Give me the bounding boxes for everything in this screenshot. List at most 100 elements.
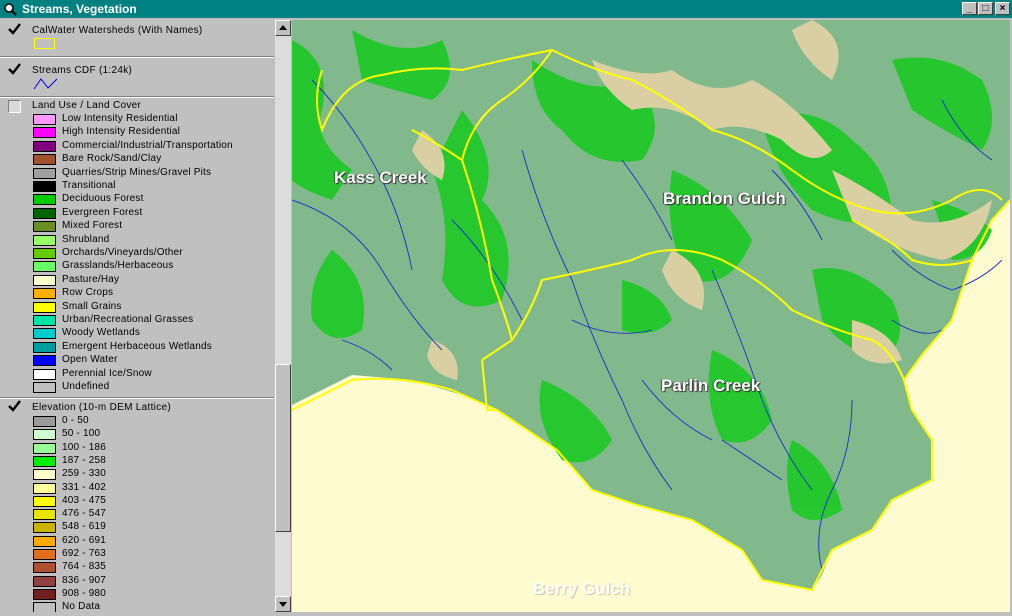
elevation-class-swatch <box>33 429 56 441</box>
legend-scrollbar[interactable] <box>275 20 291 612</box>
scroll-up-button[interactable] <box>275 20 291 36</box>
landcover-class-swatch <box>33 167 56 179</box>
landcover-class-swatch <box>33 341 56 353</box>
landcover-class-swatch <box>33 382 56 393</box>
scroll-thumb[interactable] <box>275 364 291 532</box>
map-label-berry-gulch: Berry Gulch <box>533 579 631 598</box>
elevation-class-swatch <box>33 442 56 454</box>
landcover-class-label: Row Crops <box>62 287 114 299</box>
landcover-class-label: Grasslands/Herbaceous <box>62 260 174 272</box>
elevation-class-label: 403 - 475 <box>62 494 107 506</box>
elevation-class-swatch <box>33 535 56 547</box>
landcover-class-label: High Intensity Residential <box>62 126 181 138</box>
landcover-class-label: Orchards/Vineyards/Other <box>62 247 183 258</box>
landcover-class-label: Quarries/Strip Mines/Gravel Pits <box>62 166 212 178</box>
checkmark-icon <box>8 23 21 35</box>
landcover-class-label: Transitional <box>62 180 116 191</box>
map-view[interactable]: Kass Creek Brandon Gulch Parlin Creek Be… <box>292 20 1010 612</box>
elevation-class-swatch <box>33 549 56 560</box>
magnifier-app-icon <box>4 3 17 16</box>
scroll-down-button[interactable] <box>275 596 291 612</box>
elevation-class-label: 100 - 186 <box>62 441 107 453</box>
elevation-class-label: 620 - 691 <box>62 534 107 546</box>
elevation-class-swatch <box>33 602 56 612</box>
landcover-class-label: Undefined <box>62 381 110 392</box>
landcover-class-swatch <box>33 328 56 340</box>
landcover-class-swatch <box>33 301 56 313</box>
elevation-class-swatch <box>33 562 56 574</box>
landcover-class-swatch <box>33 248 56 259</box>
checkmark-icon <box>8 400 21 412</box>
landcover-class-label: Deciduous Forest <box>62 193 144 205</box>
layer-checkbox-landcover[interactable] <box>8 100 21 113</box>
landcover-class-swatch <box>33 315 56 326</box>
elevation-class-swatch <box>33 575 56 587</box>
landcover-class-label: Woody Wetlands <box>62 327 141 339</box>
elevation-class-label: 692 - 763 <box>62 548 107 559</box>
landcover-class-swatch <box>33 127 56 139</box>
legend-panel: CalWater Watersheds (With Names) Streams… <box>0 20 274 612</box>
landcover-class-swatch <box>33 234 56 246</box>
layer-name-watersheds[interactable]: CalWater Watersheds (With Names) <box>32 25 203 36</box>
watershed-polygon-symbol <box>34 38 55 49</box>
landcover-class-label: Emergent Herbaceous Wetlands <box>62 340 212 352</box>
elevation-class-label: 331 - 402 <box>62 481 107 493</box>
landcover-class-label: Small Grains <box>62 300 122 312</box>
elevation-class-label: 764 - 835 <box>62 561 107 573</box>
landcover-class-swatch <box>33 194 56 206</box>
elevation-class-swatch <box>33 495 56 507</box>
layer-name-elevation[interactable]: Elevation (10-m DEM Lattice) <box>32 402 171 413</box>
elevation-class-swatch <box>33 455 56 467</box>
landcover-class-swatch <box>33 288 56 300</box>
layer-name-landcover[interactable]: Land Use / Land Cover <box>32 100 141 111</box>
elevation-class-label: 0 - 50 <box>62 415 89 426</box>
checkmark-icon <box>8 63 21 75</box>
elevation-class-swatch <box>33 482 56 494</box>
elevation-class-label: 476 - 547 <box>62 508 107 520</box>
landcover-class-swatch <box>33 140 56 152</box>
landcover-class-label: Commercial/Industrial/Transportation <box>62 139 233 151</box>
layer-name-streams[interactable]: Streams CDF (1:24k) <box>32 65 132 76</box>
elevation-class-label: No Data <box>62 601 101 612</box>
map-label-kass-creek: Kass Creek <box>334 168 427 187</box>
landcover-class-label: Low Intensity Residential <box>62 113 178 124</box>
elevation-class-label: 548 - 619 <box>62 521 107 533</box>
map-canvas[interactable] <box>292 20 1010 612</box>
landcover-class-swatch <box>33 355 56 367</box>
window-title: Streams, Vegetation <box>22 2 137 16</box>
window-title-bar[interactable]: Streams, Vegetation _ □ × <box>0 0 1012 18</box>
landcover-class-label: Pasture/Hay <box>62 273 120 285</box>
elevation-class-label: 836 - 907 <box>62 574 107 586</box>
elevation-class-label: 259 - 330 <box>62 468 107 480</box>
landcover-class-swatch <box>33 261 56 273</box>
layer-checkbox-elevation[interactable] <box>8 400 21 413</box>
landcover-class-swatch <box>33 114 56 125</box>
landcover-class-swatch <box>33 181 56 192</box>
layer-checkbox-watersheds[interactable] <box>8 23 21 36</box>
elevation-class-label: 50 - 100 <box>62 428 101 440</box>
landcover-class-label: Open Water <box>62 354 118 366</box>
landcover-class-label: Shrubland <box>62 233 110 245</box>
landcover-class-label: Urban/Recreational Grasses <box>62 314 194 325</box>
landcover-class-swatch <box>33 368 56 380</box>
layer-checkbox-streams[interactable] <box>8 63 21 76</box>
close-button[interactable]: × <box>995 2 1010 15</box>
elevation-class-swatch <box>33 588 56 600</box>
elevation-class-swatch <box>33 522 56 534</box>
arrow-down-icon <box>279 602 287 607</box>
map-label-brandon-gulch: Brandon Gulch <box>663 189 786 208</box>
landcover-class-label: Perennial Ice/Snow <box>62 367 152 379</box>
landcover-class-label: Evergreen Forest <box>62 206 143 218</box>
landcover-class-swatch <box>33 154 56 166</box>
stream-line-symbol <box>33 78 58 90</box>
landcover-class-swatch <box>33 207 56 219</box>
elevation-class-swatch <box>33 469 56 481</box>
elevation-class-label: 187 - 258 <box>62 454 107 466</box>
maximize-button[interactable]: □ <box>978 2 993 15</box>
arrow-up-icon <box>279 25 287 30</box>
minimize-button[interactable]: _ <box>962 2 977 15</box>
elevation-class-swatch <box>33 416 56 427</box>
landcover-class-label: Bare Rock/Sand/Clay <box>62 153 162 165</box>
landcover-class-swatch <box>33 221 56 233</box>
landcover-class-swatch <box>33 274 56 286</box>
